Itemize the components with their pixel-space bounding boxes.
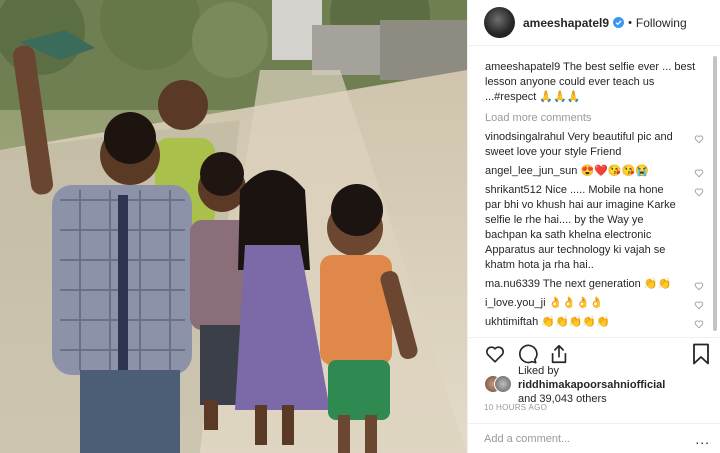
comment-username[interactable]: angel_lee_jun_sun (485, 165, 577, 177)
comment-list: vinodsingalrahul Very beautiful pic and … (485, 130, 704, 330)
comment-like-heart-icon[interactable] (694, 319, 704, 329)
add-comment-input[interactable] (484, 432, 690, 445)
add-comment-bar: ... (468, 423, 720, 453)
comment-like-heart-icon[interactable] (694, 281, 704, 291)
comment-row: angel_lee_jun_sun 😍❤️😘😘😭 (485, 164, 704, 179)
post-header: ameeshapatel9 • Following (468, 0, 720, 46)
likes-text: Liked by riddhimakapoorsahniofficial and… (518, 364, 708, 406)
follow-button[interactable]: Following (636, 16, 687, 30)
comments-section: ameeshapatel9 The best selfie ever ... b… (468, 46, 720, 337)
bookmark-icon[interactable] (692, 343, 710, 365)
post-photo-illustration (0, 0, 467, 453)
comment-text: The next generation 👏👏 (542, 278, 672, 290)
caption-username[interactable]: ameeshapatel9 (485, 61, 560, 73)
comment-text: 😍❤️😘😘😭 (580, 165, 649, 177)
comment-username[interactable]: ukhtimiftah (485, 316, 538, 328)
heart-outline-icon[interactable] (484, 343, 506, 365)
comment-username[interactable]: shrikant512 (485, 184, 542, 196)
header-separator: • (628, 16, 632, 29)
share-upload-icon[interactable] (548, 343, 570, 365)
comment-text: 👏👏👏👏👏 (541, 316, 610, 328)
author-username[interactable]: ameeshapatel9 (523, 16, 609, 30)
comment-username[interactable]: vinodsingalrahul (485, 131, 565, 143)
likes-first-user[interactable]: riddhimakapoorsahniofficial (518, 379, 665, 391)
comment-like-heart-icon[interactable] (694, 300, 704, 310)
comment-row: vinodsingalrahul Very beautiful pic and … (485, 130, 704, 160)
instagram-post-modal: ameeshapatel9 • Following ameeshapatel9 … (0, 0, 720, 453)
comment-row: ukhtimiftah 👏👏👏👏👏 (485, 315, 704, 330)
comment-like-heart-icon[interactable] (694, 168, 704, 178)
post-photo[interactable] (0, 0, 467, 453)
author-avatar[interactable] (484, 7, 515, 38)
comment-like-heart-icon[interactable] (694, 187, 704, 197)
comment-row: shrikant512 Nice ..... Mobile na hone pa… (485, 183, 704, 273)
post-timestamp[interactable]: 10 HOURS AGO (468, 401, 720, 423)
comments-scrollbar[interactable] (713, 56, 717, 331)
likes-summary: Liked by riddhimakapoorsahniofficial and… (468, 365, 720, 405)
liker-avatar[interactable] (494, 375, 512, 393)
comment-row: ma.nu6339 The next generation 👏👏 (485, 277, 704, 292)
comment-text: 👌👌👌👌 (548, 297, 604, 309)
comment-like-heart-icon[interactable] (694, 134, 704, 144)
likes-prefix: Liked by (518, 365, 559, 377)
post-caption: ameeshapatel9 The best selfie ever ... b… (485, 60, 704, 105)
post-side-panel: ameeshapatel9 • Following ameeshapatel9 … (467, 0, 720, 453)
comment-row: i_love.you_ji 👌👌👌👌 (485, 296, 704, 311)
load-more-comments-link[interactable]: Load more comments (485, 112, 704, 124)
liker-avatars (484, 375, 514, 395)
comment-text: Nice ..... Mobile na hone par bhi vo khu… (485, 184, 676, 271)
comment-username[interactable]: i_love.you_ji (485, 297, 546, 309)
verified-badge-icon (613, 17, 625, 28)
more-options-icon[interactable]: ... (695, 431, 710, 447)
comment-bubble-icon[interactable] (516, 343, 538, 365)
comment-username[interactable]: ma.nu6339 (485, 278, 540, 290)
